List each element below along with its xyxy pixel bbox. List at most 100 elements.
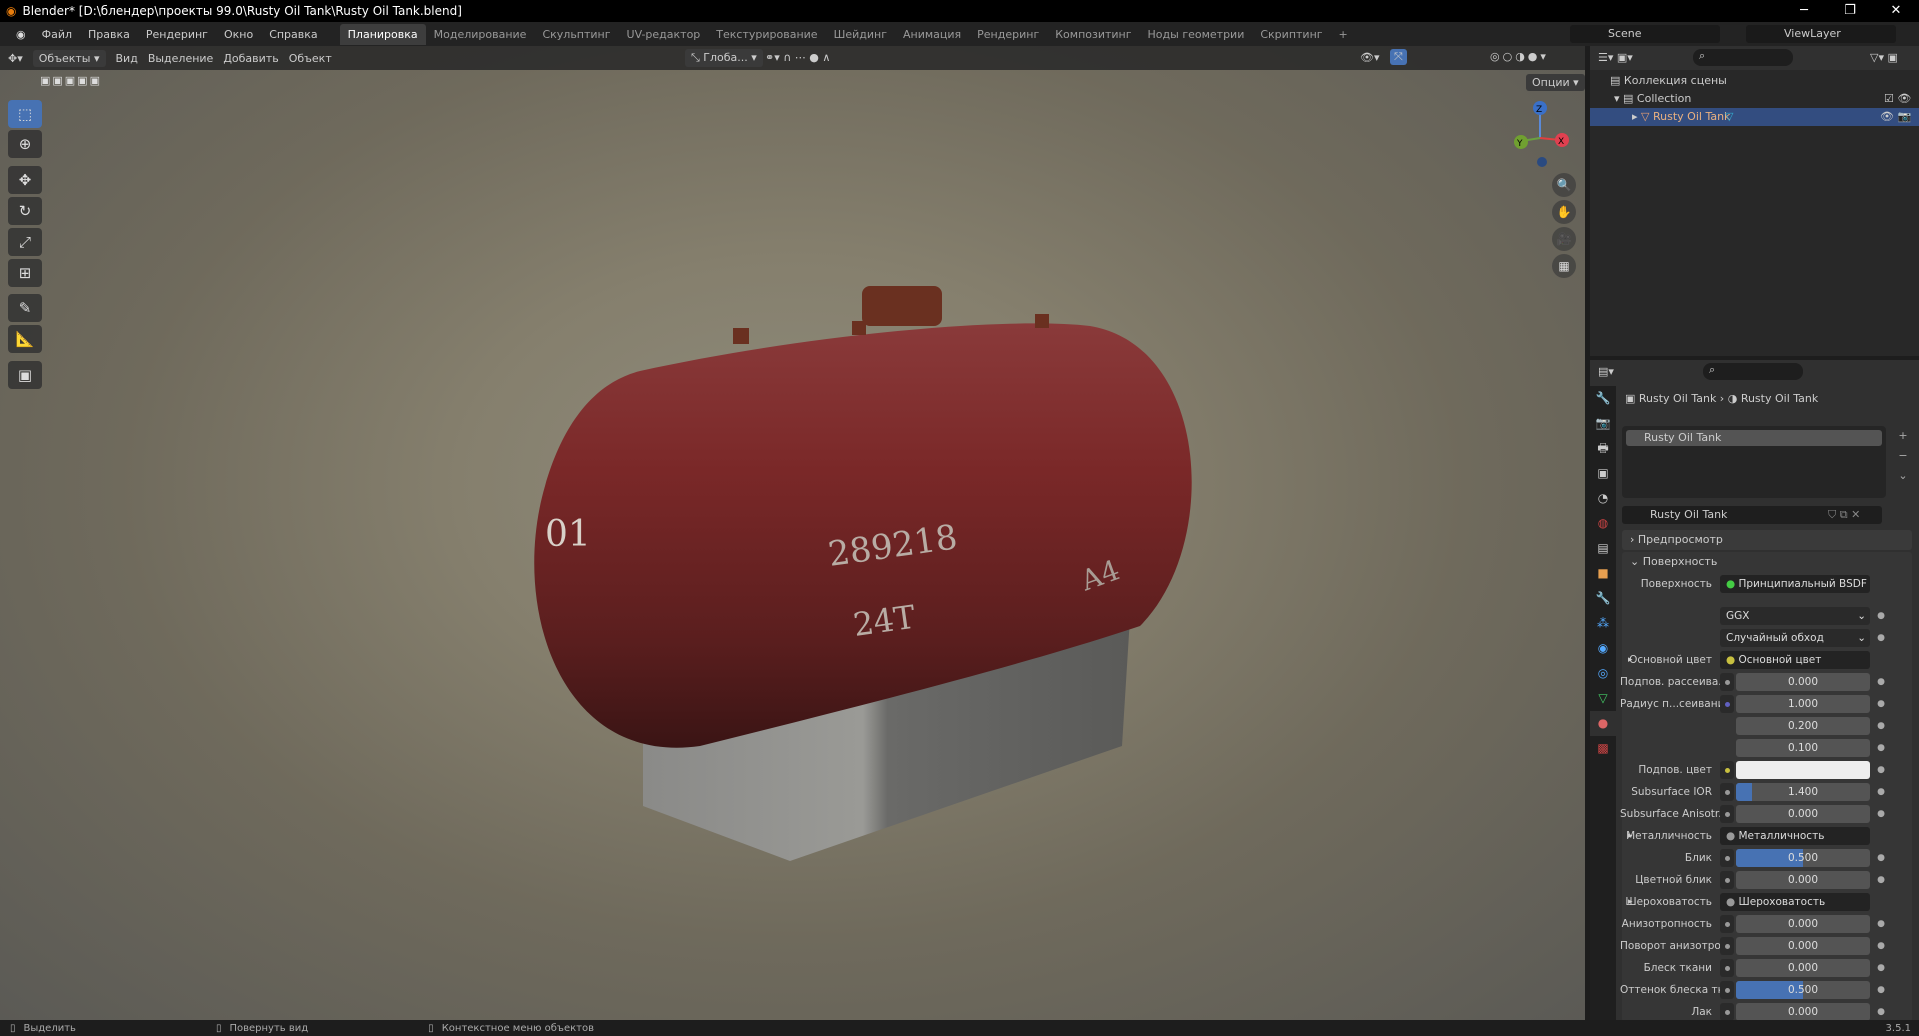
tab-uv-editing[interactable]: UV-редактор — [619, 28, 709, 41]
particles-tab-icon[interactable]: ⁂ — [1590, 611, 1616, 636]
keyframe-dot[interactable]: ● — [1876, 699, 1886, 709]
slot-buttons[interactable]: + − ⌄ — [1896, 426, 1910, 486]
outliner-collection[interactable]: ▾ ▤ Collection☑ 👁 📷 — [1614, 90, 1914, 123]
render-tab-icon[interactable]: 📷 — [1590, 411, 1616, 436]
expand-arrow-icon[interactable]: ▸ — [1628, 897, 1633, 907]
socket-icon[interactable] — [1720, 1003, 1734, 1021]
scale-tool-icon[interactable]: ⤢ — [8, 228, 42, 256]
keyframe-dot[interactable]: ● — [1876, 743, 1886, 753]
keyframe-dot[interactable]: ● — [1876, 875, 1886, 885]
select-mode-icons[interactable]: ▣▣▣▣▣ — [40, 74, 102, 87]
keyframe-dot[interactable]: ● — [1876, 787, 1886, 797]
scene-tab-icon[interactable]: ◔ — [1590, 486, 1616, 511]
numeric-field[interactable]: 0.200 — [1736, 717, 1870, 735]
keyframe-dot[interactable]: ● — [1876, 809, 1886, 819]
numeric-field[interactable]: 0.000 — [1736, 871, 1870, 889]
keyframe-dot[interactable]: ● — [1876, 919, 1886, 929]
object-visibility-icons[interactable]: 👁 📷 — [1880, 108, 1911, 126]
socket-icon[interactable] — [1720, 849, 1734, 867]
socket-icon[interactable] — [1720, 871, 1734, 889]
keyframe-dot[interactable]: ● — [1876, 721, 1886, 731]
keyframe-dot[interactable]: ● — [1876, 985, 1886, 995]
tab-layout[interactable]: Планировка — [339, 23, 426, 45]
numeric-field[interactable]: 0.000 — [1736, 673, 1870, 691]
socket-icon[interactable] — [1720, 981, 1734, 999]
view-layer-tab-icon[interactable]: ▣ — [1590, 461, 1616, 486]
linked-input-field[interactable]: ● Металличность — [1720, 827, 1870, 845]
keyframe-dot[interactable]: ● — [1876, 611, 1886, 621]
linked-input-field[interactable]: ● Основной цвет — [1720, 651, 1870, 669]
socket-icon[interactable] — [1720, 959, 1734, 977]
numeric-field[interactable]: 0.500 — [1736, 849, 1870, 867]
add-workspace-button[interactable]: + — [1331, 28, 1356, 41]
navigation-gizmo[interactable]: Z X Y — [1514, 101, 1569, 167]
keyframe-dot[interactable]: ● — [1876, 1007, 1886, 1017]
tab-shading[interactable]: Шейдинг — [826, 28, 895, 41]
pivot-icon[interactable]: ⚭▾ ∩ ⋯ ● ∧ — [765, 51, 830, 64]
mode-selector[interactable]: Объекты ▾ — [32, 49, 106, 67]
close-button[interactable]: ✕ — [1873, 0, 1919, 22]
object-tab-icon[interactable]: ■ — [1590, 561, 1616, 586]
rotate-tool-icon[interactable]: ↻ — [8, 197, 42, 225]
numeric-field[interactable]: 0.100 — [1736, 739, 1870, 757]
physics-tab-icon[interactable]: ◉ — [1590, 636, 1616, 661]
tab-scripting[interactable]: Скриптинг — [1252, 28, 1330, 41]
menu-view[interactable]: Вид — [116, 52, 138, 65]
blender-menu-icon[interactable]: ◉ — [8, 28, 34, 41]
menu-object[interactable]: Объект — [289, 52, 332, 65]
tab-compositing[interactable]: Композитинг — [1047, 28, 1139, 41]
menu-file[interactable]: Файл — [34, 28, 80, 41]
annotate-tool-icon[interactable]: ✎ — [8, 294, 42, 322]
output-tab-icon[interactable]: 🖶 — [1590, 436, 1616, 461]
tab-texture-paint[interactable]: Текстурирование — [708, 28, 825, 41]
numeric-field[interactable]: 0.000 — [1736, 937, 1870, 955]
numeric-field[interactable]: 1.000 — [1736, 695, 1870, 713]
numeric-field[interactable]: 0.000 — [1736, 805, 1870, 823]
linked-input-field[interactable]: ● Шероховатость — [1720, 893, 1870, 911]
ortho-grid-icon[interactable]: ▦ — [1552, 254, 1576, 278]
texture-tab-icon[interactable]: ▩ — [1590, 736, 1616, 761]
menu-window[interactable]: Окно — [216, 28, 261, 41]
camera-view-icon[interactable]: 🎥 — [1552, 227, 1576, 251]
maximize-button[interactable]: ❐ — [1827, 0, 1873, 22]
socket-icon[interactable] — [1720, 761, 1734, 779]
numeric-field[interactable]: 1.400 — [1736, 783, 1870, 801]
material-actions-icons[interactable]: ⛉ ⧉ ✕ — [1828, 506, 1860, 524]
select-box-tool-icon[interactable]: ⬚ — [8, 100, 42, 128]
material-slot[interactable]: Rusty Oil Tank — [1626, 430, 1882, 446]
numeric-field[interactable]: 0.000 — [1736, 915, 1870, 933]
shading-modes-icon[interactable]: ◎○◑●▾ — [1490, 50, 1549, 63]
surface-panel-header[interactable]: ⌄ Поверхность — [1622, 552, 1912, 572]
scene-selector[interactable]: Scene — [1570, 25, 1720, 43]
tab-modeling[interactable]: Моделирование — [426, 28, 535, 41]
keyframe-dot[interactable]: ● — [1876, 677, 1886, 687]
socket-icon[interactable] — [1720, 783, 1734, 801]
gizmo-toggle-icon[interactable]: ⤧ — [1390, 49, 1407, 65]
filter-icon[interactable]: ▽▾ ▣ — [1870, 51, 1898, 64]
subsurface-method-dropdown[interactable]: Случайный обход ⌄ — [1720, 629, 1870, 647]
keyframe-dot[interactable]: ● — [1876, 765, 1886, 775]
expand-arrow-icon[interactable]: ▸ — [1628, 831, 1633, 841]
socket-icon[interactable] — [1720, 673, 1734, 691]
tool-tab-icon[interactable]: 🔧 — [1590, 386, 1616, 411]
surface-shader-field[interactable]: ● Принципиальный BSDF — [1720, 575, 1870, 593]
modifier-tab-icon[interactable]: 🔧 — [1590, 586, 1616, 611]
minimize-button[interactable]: ─ — [1781, 0, 1827, 22]
tab-geometry-nodes[interactable]: Ноды геометрии — [1140, 28, 1253, 41]
numeric-field[interactable]: 0.000 — [1736, 959, 1870, 977]
keyframe-dot[interactable]: ● — [1876, 853, 1886, 863]
outliner-scene-collection[interactable]: ▤ Коллекция сцены — [1610, 72, 1727, 90]
measure-tool-icon[interactable]: 📐 — [8, 325, 42, 353]
menu-add[interactable]: Добавить — [223, 52, 278, 65]
pan-hand-icon[interactable]: ✋ — [1552, 200, 1576, 224]
properties-search-input[interactable]: ⌕ — [1703, 363, 1803, 380]
keyframe-dot[interactable]: ● — [1876, 963, 1886, 973]
collection-tab-icon[interactable]: ▤ — [1590, 536, 1616, 561]
zoom-view-icon[interactable]: 🔍 — [1552, 173, 1576, 197]
visibility-icon[interactable]: 👁▾ — [1360, 51, 1380, 64]
3d-viewport[interactable]: 01 289218 24T А4 Z X Y ✥▾ Объекты ▾ Вид … — [0, 46, 1585, 1020]
add-cube-tool-icon[interactable]: ▣ — [8, 361, 42, 389]
transform-tool-icon[interactable]: ⊞ — [8, 259, 42, 287]
data-tab-icon[interactable]: ▽ — [1590, 686, 1616, 711]
numeric-field[interactable]: 0.500 — [1736, 981, 1870, 999]
